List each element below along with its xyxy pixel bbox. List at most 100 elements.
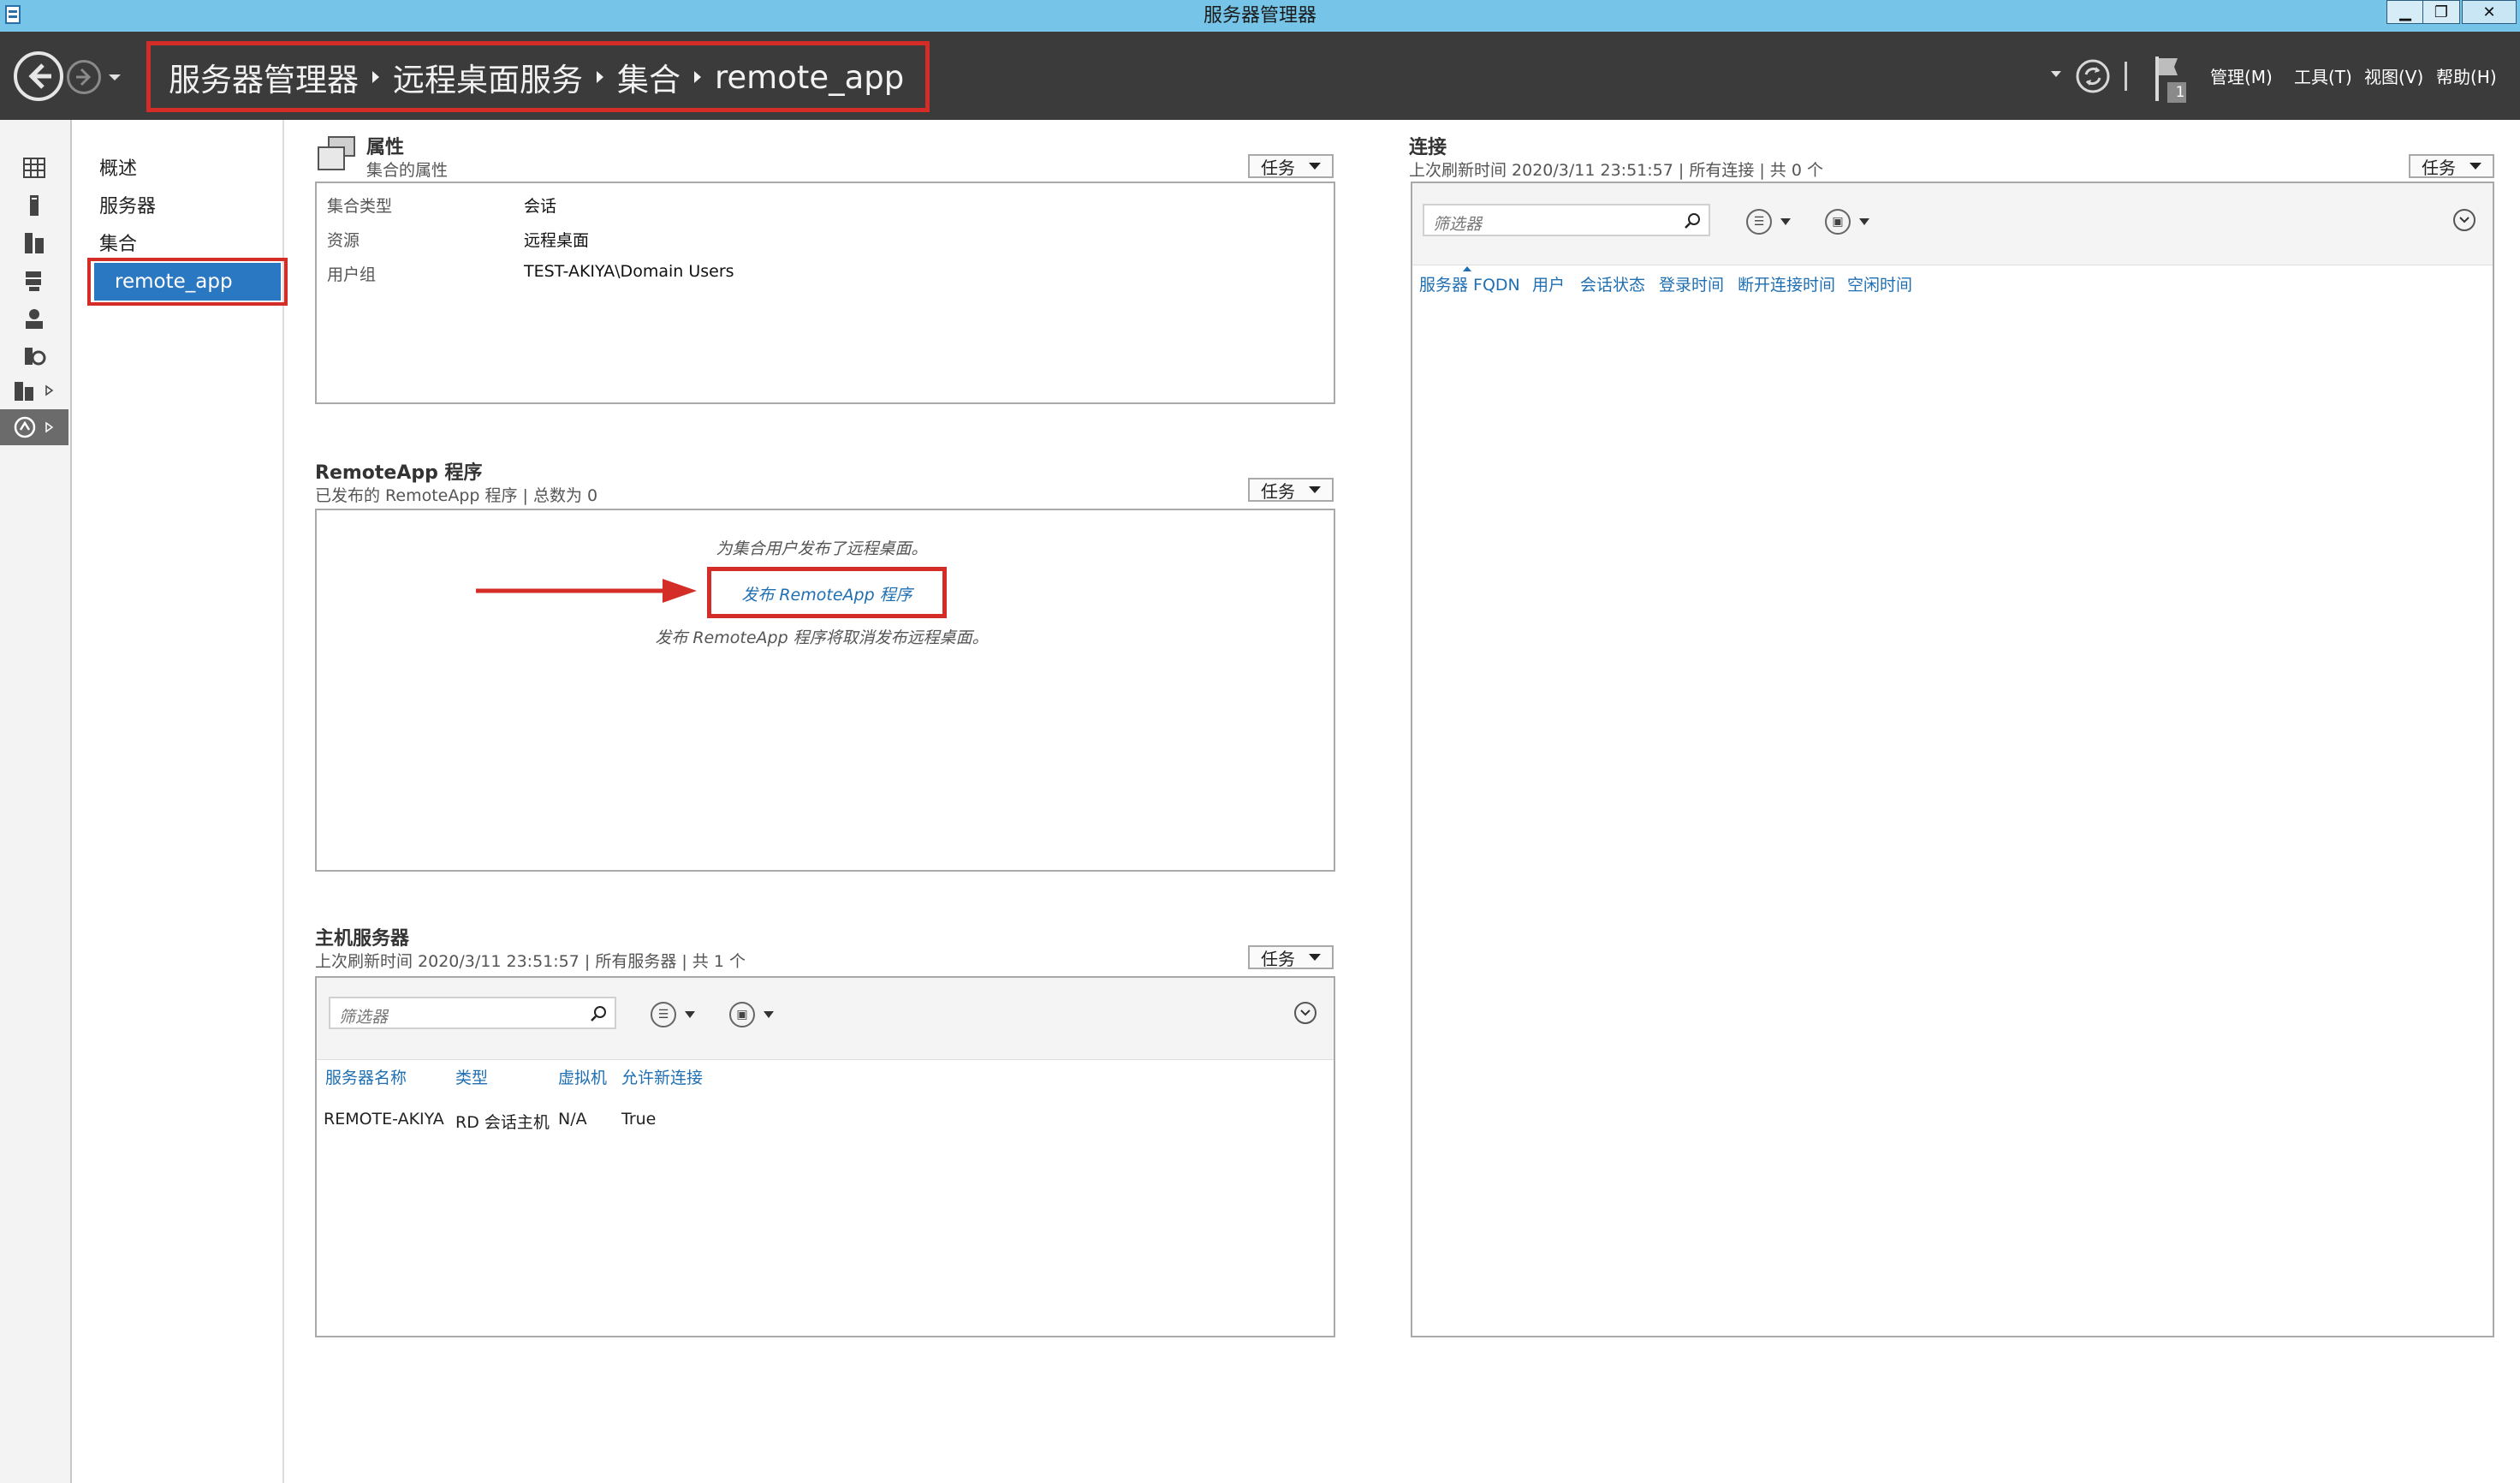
properties-tasks-button[interactable]: 任务 bbox=[1248, 154, 1334, 178]
remoteapp-tasks-button[interactable]: 任务 bbox=[1248, 478, 1334, 502]
rail-all-servers[interactable] bbox=[0, 226, 68, 260]
ad-icon bbox=[26, 309, 43, 329]
caret-down-icon bbox=[764, 1011, 774, 1018]
rail-remote-desktop-services[interactable] bbox=[0, 410, 68, 444]
secondary-nav bbox=[74, 120, 284, 1483]
connections-expand-button[interactable] bbox=[2453, 209, 2475, 231]
search-icon[interactable] bbox=[589, 1004, 608, 1023]
sort-ascending-icon bbox=[1463, 266, 1471, 271]
properties-panel bbox=[315, 182, 1335, 404]
rail-rds-group[interactable] bbox=[0, 373, 68, 408]
save-query-icon: ▣ bbox=[1825, 209, 1851, 235]
connections-panel bbox=[1411, 182, 2494, 1337]
menu-manage[interactable]: 管理(M) bbox=[2210, 60, 2273, 94]
connections-filter-input[interactable]: 筛选器 bbox=[1423, 204, 1710, 236]
caret-down-icon bbox=[1309, 163, 1321, 170]
column-header[interactable]: 会话状态 bbox=[1580, 272, 1645, 295]
search-icon[interactable] bbox=[1683, 211, 1702, 230]
close-icon: ✕ bbox=[2482, 3, 2496, 21]
column-header[interactable]: 断开连接时间 bbox=[1738, 272, 1835, 295]
host-servers-title: 主机服务器 bbox=[315, 928, 410, 950]
save-query-icon: ▣ bbox=[729, 1002, 755, 1027]
menu-help[interactable]: 帮助(H) bbox=[2436, 60, 2497, 94]
notification-count-badge: 1 bbox=[2175, 84, 2185, 101]
close-button[interactable]: ✕ bbox=[2462, 0, 2517, 24]
tasks-label: 任务 bbox=[2422, 157, 2456, 178]
refresh-dropdown-icon[interactable] bbox=[2051, 71, 2061, 77]
table-row[interactable]: REMOTE-AKIYA RD 会话主机 N/A True bbox=[318, 1103, 1328, 1135]
local-server-icon bbox=[30, 195, 39, 216]
rds-group-icon bbox=[15, 382, 33, 401]
remote-desktop-icon bbox=[14, 416, 36, 438]
annotation-arrow-icon bbox=[476, 579, 697, 603]
chevron-down-icon bbox=[1300, 1010, 1311, 1016]
rail-ad[interactable] bbox=[0, 301, 68, 336]
rail-iis[interactable] bbox=[0, 339, 68, 373]
subnav-item-collections[interactable]: 集合 bbox=[99, 229, 137, 260]
connections-save-query[interactable]: ▣ bbox=[1825, 209, 1869, 235]
breadcrumb-item[interactable]: 服务器管理器 bbox=[169, 54, 359, 100]
all-servers-icon bbox=[25, 233, 44, 253]
caret-down-icon bbox=[1309, 486, 1321, 493]
connections-title: 连接 bbox=[1409, 137, 1447, 158]
connections-tasks-button[interactable]: 任务 bbox=[2409, 154, 2494, 178]
publish-remoteapp-link[interactable]: 发布 RemoteApp 程序 bbox=[714, 582, 940, 605]
tasks-label: 任务 bbox=[1261, 480, 1295, 502]
host-servers-tasks-button[interactable]: 任务 bbox=[1248, 945, 1334, 969]
column-header[interactable]: 用户 bbox=[1532, 272, 1565, 295]
list-options-icon: ☰ bbox=[651, 1002, 676, 1027]
table-cell: True bbox=[621, 1110, 657, 1129]
history-dropdown-icon[interactable] bbox=[104, 67, 125, 87]
host-servers-expand-button[interactable] bbox=[1294, 1002, 1316, 1024]
caret-down-icon bbox=[685, 1011, 695, 1018]
filter-placeholder: 筛选器 bbox=[339, 1008, 389, 1027]
rail-dashboard[interactable] bbox=[0, 151, 68, 185]
restore-button[interactable]: ❐ bbox=[2422, 0, 2460, 24]
caret-down-icon bbox=[2469, 163, 2481, 170]
host-servers-save-query[interactable]: ▣ bbox=[729, 1002, 774, 1027]
host-servers-subtitle: 上次刷新时间 2020/3/11 23:51:57 | 所有服务器 | 共 1 … bbox=[315, 952, 746, 971]
host-servers-list-options[interactable]: ☰ bbox=[651, 1002, 695, 1027]
breadcrumb-separator-icon[interactable] bbox=[372, 71, 379, 83]
breadcrumb-separator-icon[interactable] bbox=[694, 71, 701, 83]
subnav-item-servers[interactable]: 服务器 bbox=[99, 192, 156, 223]
back-button[interactable] bbox=[14, 51, 63, 101]
breadcrumb-separator-icon[interactable] bbox=[597, 71, 603, 83]
remoteapp-status-note: 为集合用户发布了远程桌面。 bbox=[716, 539, 928, 558]
menu-view[interactable]: 视图(V) bbox=[2364, 60, 2423, 94]
chevron-down-icon bbox=[2459, 217, 2469, 223]
caret-down-icon bbox=[1780, 218, 1791, 225]
breadcrumb-item[interactable]: 集合 bbox=[617, 54, 681, 100]
minimize-button[interactable]: ▁ bbox=[2386, 0, 2424, 24]
properties-subtitle: 集合的属性 bbox=[366, 161, 449, 180]
menu-tools[interactable]: 工具(T) bbox=[2294, 60, 2352, 94]
breadcrumb-item-current: remote_app bbox=[715, 58, 905, 96]
caret-down-icon bbox=[1859, 218, 1869, 225]
remoteapp-title: RemoteApp 程序 bbox=[315, 462, 483, 484]
host-servers-filter-input[interactable]: 筛选器 bbox=[329, 997, 616, 1029]
refresh-icon[interactable] bbox=[2075, 58, 2111, 94]
breadcrumb-item[interactable]: 远程桌面服务 bbox=[393, 54, 583, 100]
subnav-item-overview[interactable]: 概述 bbox=[99, 154, 137, 185]
column-header[interactable]: 类型 bbox=[455, 1065, 488, 1088]
forward-button[interactable] bbox=[67, 60, 101, 94]
table-cell: RD 会话主机 bbox=[455, 1113, 550, 1132]
property-label: 资源 bbox=[327, 231, 360, 250]
property-value: 会话 bbox=[524, 197, 557, 216]
column-header[interactable]: 服务器名称 bbox=[325, 1065, 407, 1088]
expand-arrow-icon bbox=[45, 384, 54, 396]
breadcrumb: 服务器管理器 远程桌面服务 集合 remote_app bbox=[169, 50, 904, 104]
property-label: 集合类型 bbox=[327, 197, 393, 216]
restore-icon: ❐ bbox=[2434, 3, 2449, 21]
rail-local-server[interactable] bbox=[0, 188, 68, 223]
column-header[interactable]: 服务器 FQDN bbox=[1419, 272, 1520, 295]
subnav-item-remote-app[interactable]: remote_app bbox=[94, 263, 281, 301]
column-header[interactable]: 登录时间 bbox=[1659, 272, 1724, 295]
caret-down-icon bbox=[1309, 954, 1321, 961]
tasks-label: 任务 bbox=[1261, 157, 1295, 178]
column-header[interactable]: 虚拟机 bbox=[558, 1065, 607, 1088]
connections-list-options[interactable]: ☰ bbox=[1746, 209, 1791, 235]
column-header[interactable]: 允许新连接 bbox=[621, 1065, 703, 1088]
rail-file-storage[interactable] bbox=[0, 264, 68, 298]
column-header[interactable]: 空闲时间 bbox=[1847, 272, 1912, 295]
